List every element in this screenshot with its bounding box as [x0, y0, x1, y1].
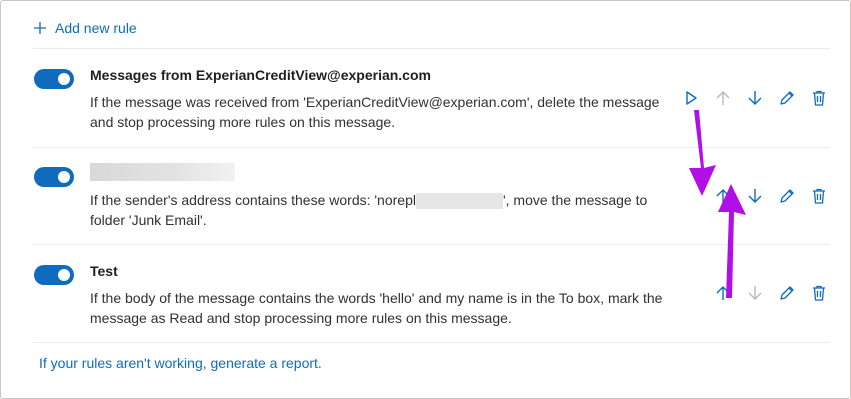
move-down-button[interactable]: [739, 281, 771, 305]
delete-rule-button[interactable]: [803, 86, 835, 110]
move-up-button[interactable]: [707, 281, 739, 305]
rule-enabled-toggle[interactable]: [34, 167, 74, 187]
arrow-down-icon: [748, 286, 762, 300]
add-new-rule-label: Add new rule: [55, 20, 137, 36]
description-prefix: If the sender's address contains these w…: [90, 192, 416, 208]
arrow-up-icon: [716, 91, 730, 105]
rule-description: If the message was received from 'Experi…: [90, 94, 660, 130]
arrow-down-icon: [748, 91, 762, 105]
toggle-knob: [58, 73, 70, 85]
pencil-icon: [780, 189, 794, 203]
edit-rule-button[interactable]: [771, 281, 803, 305]
redacted-text: [415, 193, 503, 210]
rule-item: Test If the body of the message contains…: [33, 245, 830, 341]
rule-enabled-toggle[interactable]: [34, 69, 74, 89]
rule-description: If the body of the message contains the …: [90, 290, 663, 326]
trash-icon: [813, 188, 825, 204]
rule-item: Messages from ExperianCreditView@experia…: [33, 49, 830, 145]
add-new-rule-button[interactable]: Add new rule: [33, 18, 137, 38]
arrow-down-icon: [748, 189, 762, 203]
generate-report-link[interactable]: If your rules aren't working, generate a…: [39, 355, 322, 371]
rule-actions: [675, 281, 835, 305]
rule-actions: [675, 86, 835, 110]
edit-rule-button[interactable]: [771, 86, 803, 110]
trash-icon: [813, 90, 825, 106]
toggle-knob: [58, 269, 70, 281]
arrow-up-icon: [716, 189, 730, 203]
divider: [33, 342, 830, 343]
rule-title: Test: [90, 263, 118, 279]
move-down-button[interactable]: [739, 86, 771, 110]
rule-title-redacted: [90, 163, 235, 181]
rule-title: Messages from ExperianCreditView@experia…: [90, 67, 431, 83]
rule-actions: [675, 184, 835, 208]
pencil-icon: [780, 286, 794, 300]
move-up-button[interactable]: [707, 184, 739, 208]
rule-description: If the sender's address contains these w…: [90, 190, 665, 230]
rule-item: If the sender's address contains these w…: [33, 148, 830, 244]
move-up-button[interactable]: [707, 86, 739, 110]
pencil-icon: [780, 91, 794, 105]
arrow-up-icon: [716, 286, 730, 300]
run-rule-button[interactable]: [675, 86, 707, 110]
run-icon: [686, 91, 697, 105]
edit-rule-button[interactable]: [771, 184, 803, 208]
delete-rule-button[interactable]: [803, 184, 835, 208]
toggle-knob: [58, 171, 70, 183]
move-down-button[interactable]: [739, 184, 771, 208]
rule-enabled-toggle[interactable]: [34, 265, 74, 285]
trash-icon: [813, 285, 825, 301]
delete-rule-button[interactable]: [803, 281, 835, 305]
plus-icon: [34, 22, 46, 34]
